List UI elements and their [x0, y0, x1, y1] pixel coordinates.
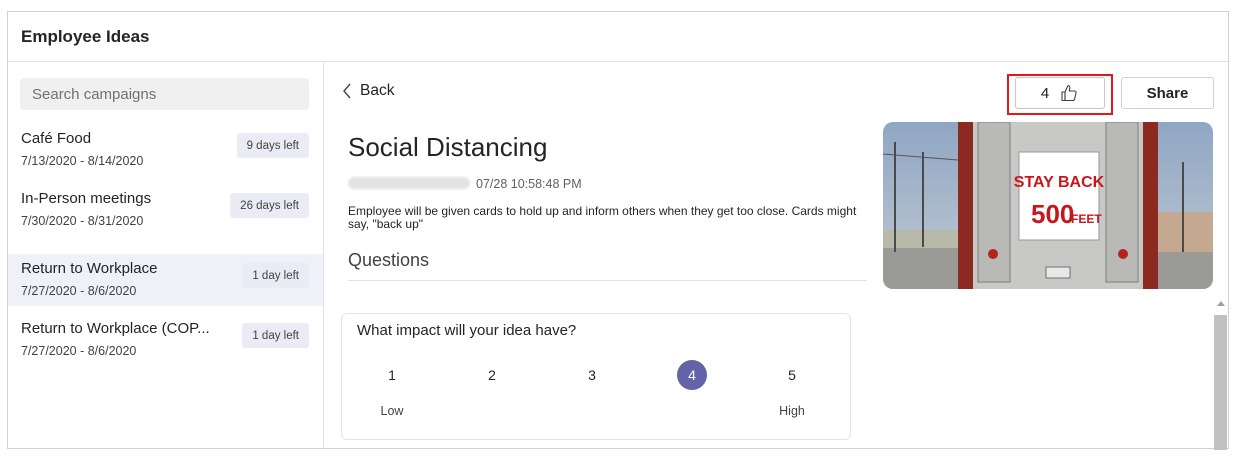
campaign-name: Café Food [21, 130, 92, 147]
app-title: Employee Ideas [8, 12, 1228, 62]
sign-line-2-unit: FEET [1071, 212, 1102, 226]
scroll-up-arrow-icon[interactable] [1217, 301, 1225, 306]
idea-detail-panel: Back 4 Share Social Distancing 07/28 10:… [324, 62, 1228, 450]
campaign-dates: 7/13/2020 - 8/14/2020 [21, 154, 144, 168]
scale-low-label: Low [380, 404, 404, 418]
sign-line-2-number: 500 [1031, 199, 1074, 229]
rating-option-selected[interactable]: 4 [677, 360, 707, 390]
campaign-item[interactable]: Return to Workplace (COP... 7/27/2020 - … [8, 314, 323, 366]
idea-timestamp: 07/28 10:58:48 PM [476, 177, 582, 191]
app-window: Employee Ideas Café Food 7/13/2020 - 8/1… [7, 11, 1229, 450]
back-label: Back [360, 82, 395, 99]
author-name-blurred [348, 177, 470, 189]
divider [348, 280, 867, 281]
campaign-dates: 7/27/2020 - 8/6/2020 [21, 284, 137, 298]
rating-option[interactable]: 1 [377, 360, 407, 390]
rating-option[interactable]: 5 [777, 360, 807, 390]
question-card: What impact will your idea have? 1 2 3 4… [341, 313, 851, 440]
idea-image: STAY BACK 500 FEET [883, 122, 1213, 289]
days-left-badge: 1 day left [242, 263, 309, 288]
share-button[interactable]: Share [1121, 77, 1214, 109]
campaign-name: Return to Workplace [21, 260, 158, 277]
rating-option[interactable]: 3 [577, 360, 607, 390]
vertical-scrollbar[interactable] [1214, 299, 1227, 450]
campaign-item-selected[interactable]: Return to Workplace 7/27/2020 - 8/6/2020… [8, 254, 323, 306]
sidebar: Café Food 7/13/2020 - 8/14/2020 9 days l… [8, 62, 324, 448]
search-input[interactable] [20, 78, 309, 110]
like-count: 4 [1040, 84, 1050, 102]
like-button[interactable]: 4 [1015, 77, 1105, 109]
question-text: What impact will your idea have? [357, 322, 577, 339]
questions-heading: Questions [348, 250, 430, 270]
campaign-item[interactable]: Café Food 7/13/2020 - 8/14/2020 9 days l… [8, 124, 323, 176]
days-left-badge: 9 days left [236, 133, 309, 158]
idea-title: Social Distancing [348, 132, 548, 162]
chevron-left-icon [343, 83, 351, 99]
campaign-item[interactable]: In-Person meetings 7/30/2020 - 8/31/2020… [8, 184, 323, 236]
campaign-dates: 7/30/2020 - 8/31/2020 [21, 214, 144, 228]
campaign-dates: 7/27/2020 - 8/6/2020 [21, 344, 137, 358]
days-left-badge: 1 day left [242, 323, 309, 348]
days-left-badge: 26 days left [230, 193, 309, 218]
campaign-name: In-Person meetings [21, 190, 152, 207]
scale-high-label: High [779, 404, 805, 418]
sign-line-1: STAY BACK [1014, 174, 1105, 191]
back-button[interactable]: Back [342, 82, 394, 100]
rating-option[interactable]: 2 [477, 360, 507, 390]
idea-description: Employee will be given cards to hold up … [348, 204, 857, 231]
campaign-name: Return to Workplace (COP... [21, 320, 210, 337]
scrollbar-thumb[interactable] [1214, 315, 1227, 450]
thumbs-up-icon [1061, 84, 1077, 102]
